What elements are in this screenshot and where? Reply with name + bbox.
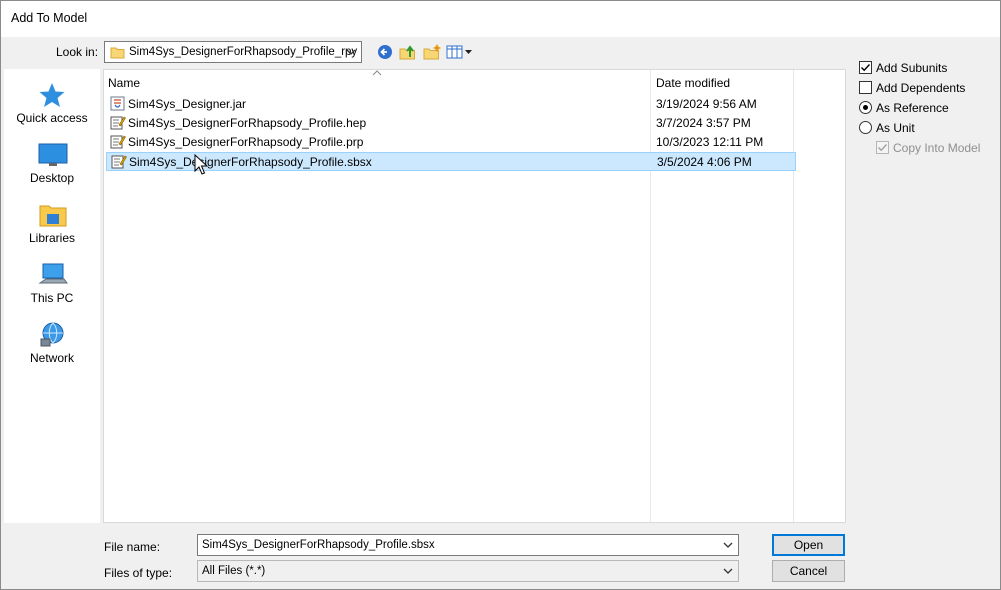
desktop-icon bbox=[38, 143, 68, 166]
place-label: Libraries bbox=[28, 231, 76, 245]
radio-button[interactable] bbox=[859, 121, 872, 134]
file-name: Sim4Sys_DesignerForRhapsody_Profile.prp bbox=[128, 135, 364, 149]
place-network[interactable]: Network bbox=[4, 317, 100, 373]
window-title: Add To Model bbox=[11, 11, 88, 25]
places-bar: Quick access Desktop Libraries This PC N… bbox=[4, 69, 100, 523]
place-label: Quick access bbox=[16, 111, 88, 125]
file-name: Sim4Sys_DesignerForRhapsody_Profile.sbsx bbox=[129, 155, 372, 169]
as-reference-label: As Reference bbox=[876, 101, 949, 115]
mouse-cursor-icon bbox=[194, 154, 208, 175]
view-menu-icon bbox=[446, 45, 472, 59]
place-this-pc[interactable]: This PC bbox=[4, 257, 100, 313]
place-label: Desktop bbox=[29, 171, 75, 185]
open-button[interactable]: Open bbox=[772, 534, 845, 556]
up-folder-button[interactable] bbox=[397, 42, 419, 62]
checkbox-box[interactable] bbox=[859, 81, 872, 94]
text-file-icon bbox=[110, 116, 126, 130]
jar-file-icon bbox=[110, 96, 125, 111]
as-unit-label: As Unit bbox=[876, 121, 915, 135]
file-name-value: Sim4Sys_DesignerForRhapsody_Profile.sbsx bbox=[202, 539, 435, 551]
back-button[interactable] bbox=[374, 42, 396, 62]
file-row-selected[interactable]: Sim4Sys_DesignerForRhapsody_Profile.sbsx… bbox=[106, 152, 796, 171]
check-icon bbox=[861, 64, 871, 72]
file-type-select[interactable]: All Files (*.*) bbox=[197, 560, 739, 582]
radio-button[interactable] bbox=[859, 101, 872, 114]
network-icon bbox=[40, 322, 64, 347]
star-icon bbox=[39, 83, 65, 107]
file-date: 3/5/2024 4:06 PM bbox=[657, 155, 752, 169]
place-desktop[interactable]: Desktop bbox=[4, 137, 100, 193]
view-menu-button[interactable] bbox=[445, 42, 473, 62]
file-row[interactable]: Sim4Sys_DesignerForRhapsody_Profile.hep … bbox=[106, 114, 796, 133]
back-icon bbox=[378, 45, 392, 59]
file-name-input[interactable]: Sim4Sys_DesignerForRhapsody_Profile.sbsx bbox=[197, 534, 739, 556]
checkbox-box[interactable] bbox=[859, 61, 872, 74]
check-icon bbox=[878, 144, 888, 152]
column-header-name[interactable]: Name bbox=[108, 76, 140, 90]
title-bar[interactable]: Add To Model bbox=[1, 1, 1000, 37]
look-in-label: Look in: bbox=[56, 45, 99, 59]
new-folder-button[interactable] bbox=[421, 42, 443, 62]
place-libraries[interactable]: Libraries bbox=[4, 197, 100, 253]
chevron-down-icon bbox=[723, 568, 733, 574]
file-type-label: Files of type: bbox=[104, 566, 173, 580]
sort-ascending-icon bbox=[372, 70, 382, 76]
libraries-icon bbox=[39, 205, 67, 227]
file-list[interactable]: Name Date modified Sim4Sys_Designer.jar … bbox=[103, 69, 846, 523]
look-in-combobox[interactable]: Sim4Sys_DesignerForRhapsody_Profile_rpy bbox=[104, 41, 362, 63]
computer-icon bbox=[38, 263, 68, 284]
cancel-button[interactable]: Cancel bbox=[772, 560, 845, 582]
text-file-icon bbox=[110, 135, 126, 149]
checkbox-box[interactable] bbox=[876, 141, 889, 154]
copy-into-model-label: Copy Into Model bbox=[893, 141, 981, 155]
file-name-label: File name: bbox=[104, 540, 161, 554]
file-name: Sim4Sys_DesignerForRhapsody_Profile.hep bbox=[128, 116, 367, 130]
file-date: 3/7/2024 3:57 PM bbox=[656, 116, 751, 130]
text-file-icon bbox=[111, 155, 127, 169]
add-dependents-label: Add Dependents bbox=[876, 81, 966, 95]
file-row[interactable]: Sim4Sys_DesignerForRhapsody_Profile.prp … bbox=[106, 133, 796, 152]
look-in-value: Sim4Sys_DesignerForRhapsody_Profile_rpy bbox=[129, 46, 358, 58]
place-label: This PC bbox=[30, 291, 74, 305]
column-header-date-modified[interactable]: Date modified bbox=[656, 76, 730, 90]
chevron-down-icon[interactable] bbox=[722, 539, 734, 551]
file-name: Sim4Sys_Designer.jar bbox=[128, 97, 247, 111]
folder-icon bbox=[110, 47, 125, 59]
place-quick-access[interactable]: Quick access bbox=[4, 77, 100, 133]
add-subunits-label: Add Subunits bbox=[876, 61, 948, 75]
file-date: 10/3/2023 12:11 PM bbox=[656, 135, 764, 149]
file-row[interactable]: Sim4Sys_Designer.jar 3/19/2024 9:56 AM bbox=[106, 95, 796, 114]
place-label: Network bbox=[29, 351, 74, 365]
new-folder-icon bbox=[423, 44, 441, 60]
chevron-down-icon bbox=[346, 49, 356, 55]
up-folder-icon bbox=[399, 45, 415, 60]
add-to-model-dialog: Add To Model Look in: Sim4Sys_DesignerFo… bbox=[0, 0, 1001, 590]
file-type-value: All Files (*.*) bbox=[202, 565, 266, 577]
file-date: 3/19/2024 9:56 AM bbox=[656, 97, 757, 111]
